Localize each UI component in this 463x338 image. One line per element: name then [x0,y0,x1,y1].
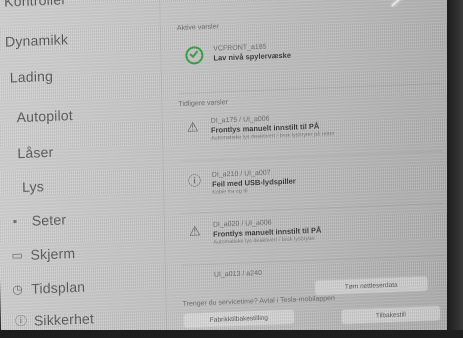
sidebar-item-label: Tidsplan [31,278,86,297]
alert-row-active[interactable]: VCFRONT_a185 Lav nivå spylervæske [185,43,291,65]
alert-row[interactable]: ⚠ DI_a175 / UI_a006 Frontlys manuelt inn… [187,113,335,143]
warning-triangle-icon: ⚠ [188,223,201,239]
alert-row[interactable]: ⓘ DI_a210 / UI_a007 Feil med USB-lydspil… [188,169,296,197]
touchscreen: Kontroller Dynamikk Lading Autopilot Lås… [0,0,457,338]
sidebar-item-label: Sikkerhet [33,310,95,329]
section-divider [178,82,442,94]
sidebar-item-skjerm[interactable]: ▭ Skjerm [11,245,75,263]
sidebar-item-label: Seter [31,211,67,229]
settings-sidebar: Kontroller Dynamikk Lading Autopilot Lås… [0,0,161,338]
previous-alerts-heading: Tidligere varsler [178,99,228,108]
sidebar-item-label: Låser [17,143,54,162]
screen-bezel-right [447,0,463,338]
photo-frame: Kontroller Dynamikk Lading Autopilot Lås… [0,0,463,338]
active-alerts-heading: Aktive varsler [176,23,219,33]
sidebar-item-label: Skjerm [30,245,76,263]
sidebar-item-label: Dynamikk [4,31,69,50]
alert-title: Lav nivå spylervæske [213,50,292,63]
clear-browser-data-button[interactable]: Tøm nettleserdata [314,275,429,296]
sidebar-item-label: Kontroller [4,0,67,10]
sidebar-item-seter[interactable]: ▪ Seter [13,211,67,229]
clock-icon: ◷ [12,282,24,297]
row-divider [179,150,443,162]
alert-code: UI_a013 / a240 [213,269,262,279]
sidebar-item-kontroller[interactable]: Kontroller [4,0,66,10]
seat-icon: ▪ [12,214,18,229]
sidebar-item-tidsplan[interactable]: ◷ Tidsplan [12,279,85,298]
sidebar-item-label: Lading [9,67,54,86]
sidebar-item-autopilot[interactable]: Autopilot [16,107,73,125]
sidebar-item-label: Lys [21,178,45,196]
sidebar-item-label: Autopilot [16,107,74,126]
sidebar-item-laaser[interactable]: Låser [17,144,53,161]
service-question: Trenger du servicetime? Avtal i Tesla-mo… [182,295,335,308]
sidebar-item-lading[interactable]: Lading [10,68,54,86]
info-icon: ⓘ [14,313,28,329]
warning-triangle-icon: ⚠ [186,119,199,135]
row-divider [181,254,445,266]
check-circle-icon [185,46,204,65]
reset-button[interactable]: Tilbakestill [340,305,441,325]
factory-reset-button[interactable]: Fabrikktilbakestilling [182,308,296,329]
screen-bezel-bottom [0,330,463,338]
row-divider [180,202,444,214]
info-circle-icon: ⓘ [187,173,202,189]
alert-row[interactable]: ⚠ DI_a020 / UI_a006 Frontlys manuelt inn… [189,218,322,247]
sidebar-item-dynamikk[interactable]: Dynamikk [5,31,68,49]
display-icon: ▭ [11,248,24,263]
alerts-panel: Aktive varsler VCFRONT_a185 Lav nivå spy… [162,0,456,338]
sidebar-item-lys[interactable]: Lys [22,178,44,195]
sidebar-item-sikkerhet[interactable]: ⓘ Sikkerhet [15,310,94,329]
alert-row[interactable]: UI_a013 / a240 [214,270,262,279]
